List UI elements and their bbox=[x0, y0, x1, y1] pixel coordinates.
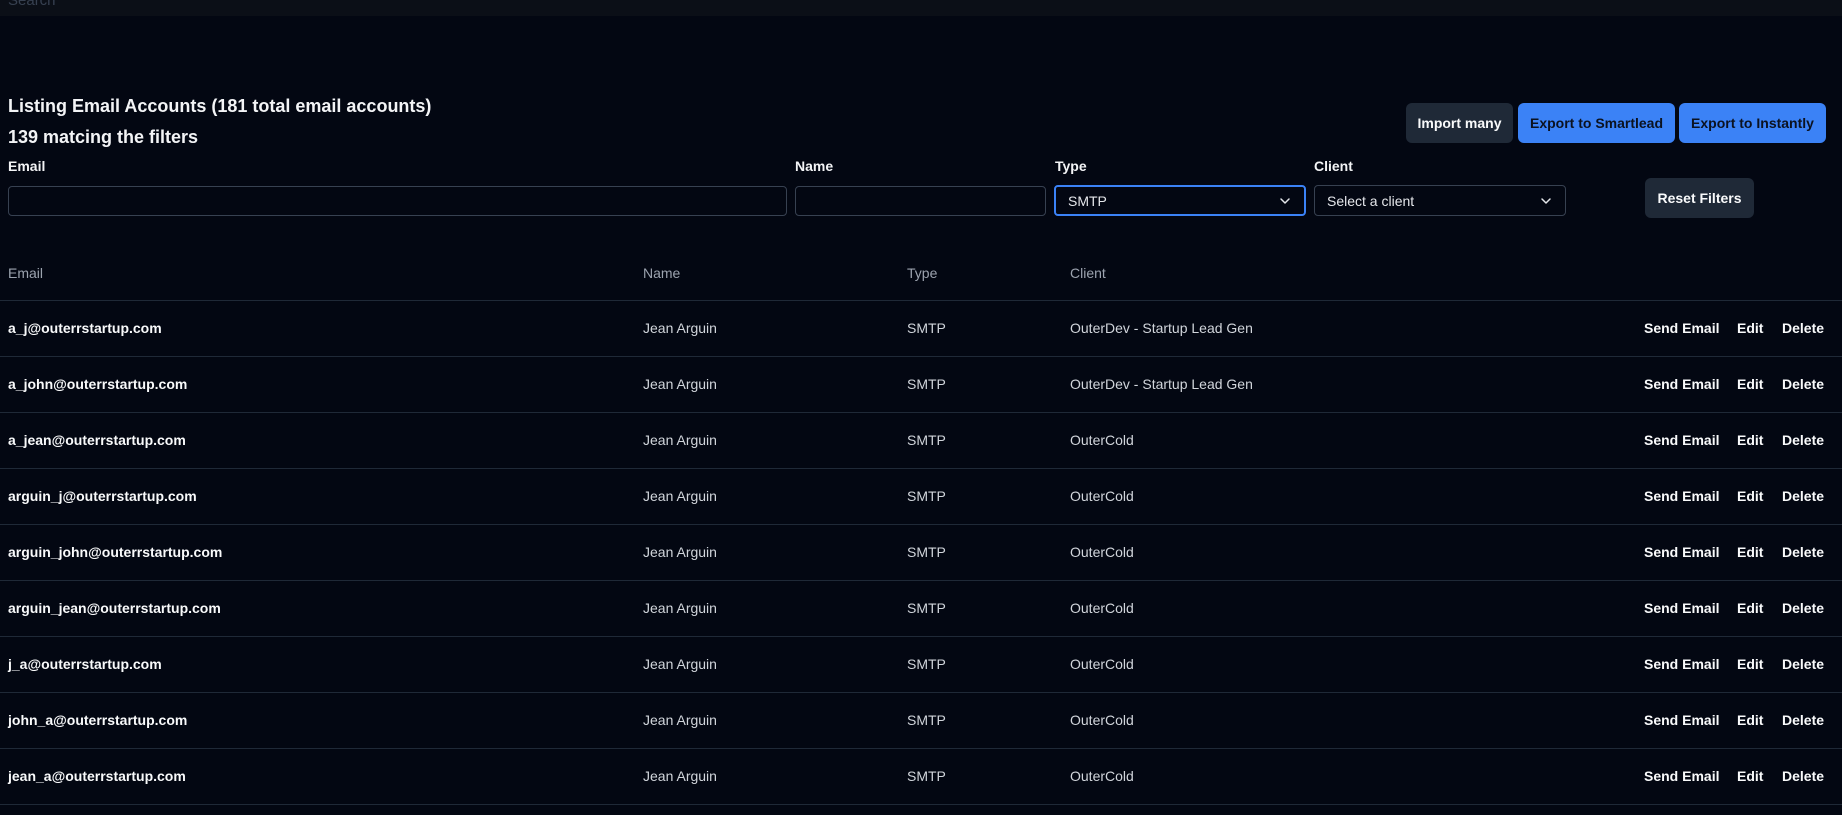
row-client: OuterCold bbox=[1070, 656, 1134, 672]
reset-filters-button[interactable]: Reset Filters bbox=[1645, 178, 1754, 218]
edit-button[interactable]: Edit bbox=[1737, 488, 1763, 504]
row-type: SMTP bbox=[907, 320, 946, 336]
send-email-button[interactable]: Send Email bbox=[1644, 712, 1719, 728]
row-client: OuterCold bbox=[1070, 600, 1134, 616]
chevron-down-icon bbox=[1541, 197, 1551, 204]
top-search-bar[interactable]: Search bbox=[0, 0, 1842, 16]
page-title: Listing Email Accounts (181 total email … bbox=[8, 96, 432, 116]
table-header: Email Name Type Client bbox=[0, 255, 1842, 301]
matching-count: 139 matcing the filters bbox=[8, 127, 199, 147]
row-type: SMTP bbox=[907, 712, 946, 728]
email-filter-label: Email bbox=[8, 158, 46, 174]
name-filter-label: Name bbox=[795, 158, 834, 174]
export-smartlead-button[interactable]: Export to Smartlead bbox=[1518, 103, 1675, 143]
row-client: OuterCold bbox=[1070, 432, 1134, 448]
edit-button[interactable]: Edit bbox=[1737, 544, 1763, 560]
chevron-down-icon bbox=[1280, 197, 1290, 204]
row-name: Jean Arguin bbox=[643, 712, 717, 728]
table-row: john_a@outerrstartup.com Jean Arguin SMT… bbox=[0, 693, 1842, 749]
search-placeholder: Search bbox=[8, 0, 56, 9]
send-email-button[interactable]: Send Email bbox=[1644, 768, 1719, 784]
row-email: john_a@outerrstartup.com bbox=[8, 712, 188, 728]
send-email-button[interactable]: Send Email bbox=[1644, 376, 1719, 392]
row-name: Jean Arguin bbox=[643, 376, 717, 392]
email-filter-input[interactable] bbox=[8, 186, 787, 216]
export-instantly-button[interactable]: Export to Instantly bbox=[1679, 103, 1826, 143]
row-name: Jean Arguin bbox=[643, 320, 717, 336]
row-email: a_john@outerrstartup.com bbox=[8, 376, 188, 392]
row-type: SMTP bbox=[907, 432, 946, 448]
send-email-button[interactable]: Send Email bbox=[1644, 432, 1719, 448]
row-client: OuterDev - Startup Lead Gen bbox=[1070, 376, 1253, 392]
row-type: SMTP bbox=[907, 488, 946, 504]
import-many-button[interactable]: Import many bbox=[1406, 103, 1513, 143]
name-filter-input[interactable] bbox=[795, 186, 1046, 216]
delete-button[interactable]: Delete bbox=[1782, 320, 1824, 336]
edit-button[interactable]: Edit bbox=[1737, 320, 1763, 336]
delete-button[interactable]: Delete bbox=[1782, 432, 1824, 448]
email-accounts-table-body: a_j@outerrstartup.com Jean Arguin SMTP O… bbox=[0, 301, 1842, 805]
edit-button[interactable]: Edit bbox=[1737, 712, 1763, 728]
table-row: arguin_j@outerrstartup.com Jean Arguin S… bbox=[0, 469, 1842, 525]
column-header-client: Client bbox=[1070, 265, 1106, 281]
client-filter-label: Client bbox=[1314, 158, 1353, 174]
type-filter-label: Type bbox=[1055, 158, 1087, 174]
edit-button[interactable]: Edit bbox=[1737, 656, 1763, 672]
row-email: arguin_j@outerrstartup.com bbox=[8, 488, 197, 504]
row-email: jean_a@outerrstartup.com bbox=[8, 768, 186, 784]
row-type: SMTP bbox=[907, 656, 946, 672]
client-filter-select[interactable]: Select a client bbox=[1314, 185, 1566, 216]
row-type: SMTP bbox=[907, 376, 946, 392]
send-email-button[interactable]: Send Email bbox=[1644, 320, 1719, 336]
row-email: a_j@outerrstartup.com bbox=[8, 320, 162, 336]
row-name: Jean Arguin bbox=[643, 656, 717, 672]
row-name: Jean Arguin bbox=[643, 432, 717, 448]
delete-button[interactable]: Delete bbox=[1782, 544, 1824, 560]
row-email: a_jean@outerrstartup.com bbox=[8, 432, 186, 448]
row-client: OuterDev - Startup Lead Gen bbox=[1070, 320, 1253, 336]
column-header-email: Email bbox=[8, 265, 44, 281]
send-email-button[interactable]: Send Email bbox=[1644, 600, 1719, 616]
row-type: SMTP bbox=[907, 600, 946, 616]
row-email: arguin_john@outerrstartup.com bbox=[8, 544, 223, 560]
edit-button[interactable]: Edit bbox=[1737, 432, 1763, 448]
send-email-button[interactable]: Send Email bbox=[1644, 544, 1719, 560]
row-client: OuterCold bbox=[1070, 712, 1134, 728]
edit-button[interactable]: Edit bbox=[1737, 768, 1763, 784]
client-filter-value: Select a client bbox=[1327, 192, 1415, 209]
delete-button[interactable]: Delete bbox=[1782, 376, 1824, 392]
type-filter-value: SMTP bbox=[1068, 192, 1107, 209]
table-row: j_a@outerrstartup.com Jean Arguin SMTP O… bbox=[0, 637, 1842, 693]
delete-button[interactable]: Delete bbox=[1782, 600, 1824, 616]
column-header-type: Type bbox=[907, 265, 938, 281]
delete-button[interactable]: Delete bbox=[1782, 488, 1824, 504]
delete-button[interactable]: Delete bbox=[1782, 656, 1824, 672]
send-email-button[interactable]: Send Email bbox=[1644, 656, 1719, 672]
row-email: j_a@outerrstartup.com bbox=[8, 656, 162, 672]
row-name: Jean Arguin bbox=[643, 488, 717, 504]
row-type: SMTP bbox=[907, 768, 946, 784]
edit-button[interactable]: Edit bbox=[1737, 376, 1763, 392]
edit-button[interactable]: Edit bbox=[1737, 600, 1763, 616]
column-header-name: Name bbox=[643, 265, 681, 281]
table-row: arguin_jean@outerrstartup.com Jean Argui… bbox=[0, 581, 1842, 637]
table-row: jean_a@outerrstartup.com Jean Arguin SMT… bbox=[0, 749, 1842, 805]
row-type: SMTP bbox=[907, 544, 946, 560]
send-email-button[interactable]: Send Email bbox=[1644, 488, 1719, 504]
row-name: Jean Arguin bbox=[643, 768, 717, 784]
delete-button[interactable]: Delete bbox=[1782, 768, 1824, 784]
delete-button[interactable]: Delete bbox=[1782, 712, 1824, 728]
row-client: OuterCold bbox=[1070, 488, 1134, 504]
table-row: a_jean@outerrstartup.com Jean Arguin SMT… bbox=[0, 413, 1842, 469]
table-row: a_j@outerrstartup.com Jean Arguin SMTP O… bbox=[0, 301, 1842, 357]
row-name: Jean Arguin bbox=[643, 544, 717, 560]
row-name: Jean Arguin bbox=[643, 600, 717, 616]
type-filter-select[interactable]: SMTP bbox=[1054, 185, 1306, 216]
table-row: a_john@outerrstartup.com Jean Arguin SMT… bbox=[0, 357, 1842, 413]
row-email: arguin_jean@outerrstartup.com bbox=[8, 600, 221, 616]
row-client: OuterCold bbox=[1070, 544, 1134, 560]
table-row: arguin_john@outerrstartup.com Jean Argui… bbox=[0, 525, 1842, 581]
row-client: OuterCold bbox=[1070, 768, 1134, 784]
